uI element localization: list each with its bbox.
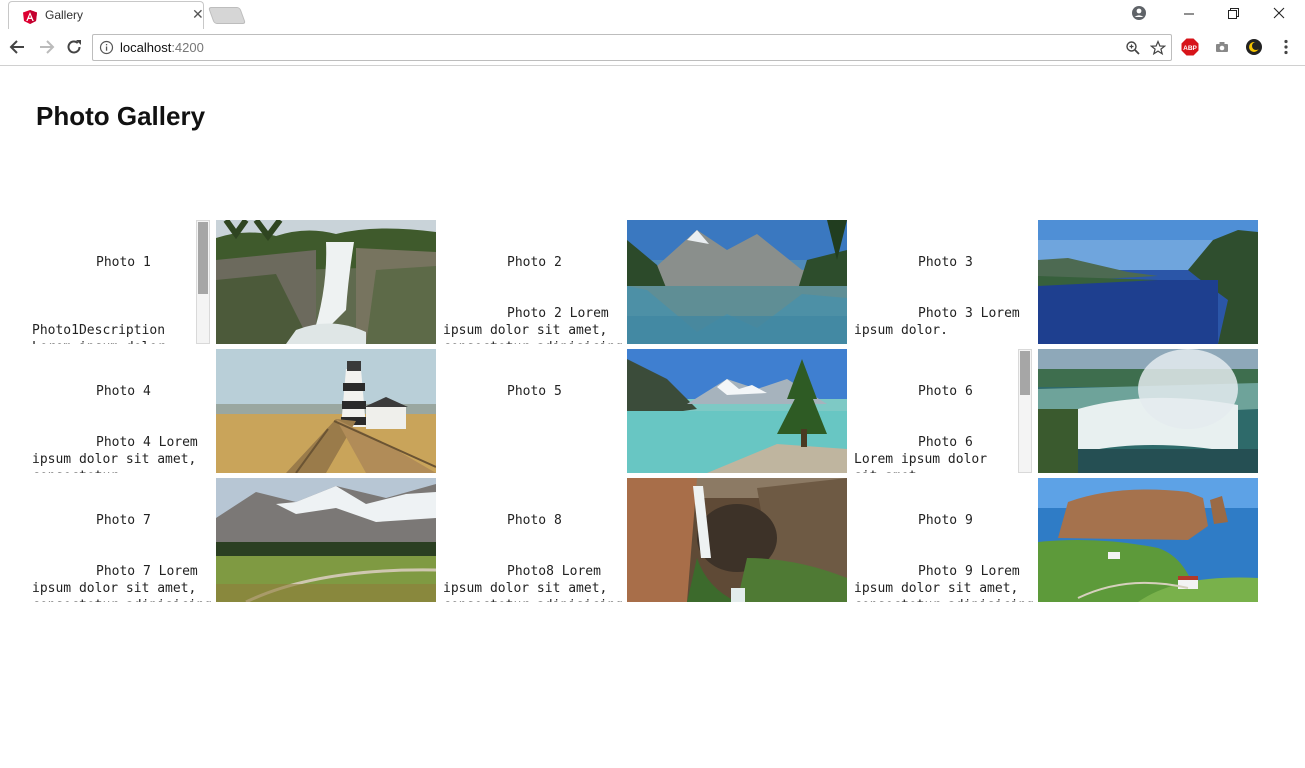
gallery-card: Photo 5 [443,349,848,473]
profile-icon[interactable] [1124,4,1154,24]
angular-logo-icon [23,10,37,24]
photo-title: Photo 8 [507,513,562,528]
url-text: localhost:4200 [120,40,204,55]
photo-title: Photo 1 [96,255,151,270]
new-tab-button[interactable] [207,7,247,24]
photo-image[interactable] [627,478,847,602]
photo-title: Photo 5 [507,384,562,399]
page-title: Photo Gallery [36,101,206,131]
turquoise-lake-image [627,349,847,473]
photo-description: Photo 6 Lorem ipsum dolor sit amet, cons… [854,435,988,473]
photo-image[interactable] [1038,349,1258,473]
caption-scrollbar[interactable] [1018,349,1032,473]
photo-caption[interactable]: Photo 6 Photo 6 Lorem ipsum dolor sit am… [854,349,1018,473]
lighthouse-image [216,349,436,473]
photo-title: Photo 4 [96,384,151,399]
photo-image[interactable] [627,349,847,473]
fjord-image [1038,220,1258,344]
forward-arrow-icon[interactable] [36,37,56,57]
address-bar[interactable]: localhost:4200 [92,34,1172,61]
caption-scrollbar[interactable] [196,220,210,344]
mountain-lake-image [627,220,847,344]
photo-caption[interactable]: Photo 2 Photo 2 Lorem ipsum dolor sit am… [443,220,623,344]
url-port: :4200 [171,40,204,55]
photo-description: Photo 2 Lorem ipsum dolor sit amet, cons… [443,306,623,344]
photo-caption[interactable]: Photo 5 [443,349,623,473]
photo-description: Photo1Description Lorem ipsum dolor sit … [32,323,166,344]
close-window-icon[interactable] [1264,4,1294,24]
photo-caption[interactable]: Photo 4 Photo 4 Lorem ipsum dolor sit am… [32,349,212,473]
gallery-card: Photo 4 Photo 4 Lorem ipsum dolor sit am… [32,349,437,473]
url-host: localhost [120,40,172,55]
tab-title: Gallery [45,8,84,22]
canyon-waterfall-image [627,478,847,602]
close-tab-icon[interactable]: ✕ [192,7,204,23]
svg-text:ABP: ABP [1183,45,1197,52]
zoom-icon[interactable] [1125,40,1141,56]
camera-icon[interactable] [1213,38,1231,56]
photo-caption[interactable]: Photo 9 Photo 9 Lorem ipsum dolor sit am… [854,478,1034,602]
photo-description: Photo 3 Lorem ipsum dolor. [854,306,1028,338]
restore-icon[interactable] [1218,4,1248,24]
gallery-card: Photo 8 Photo8 Lorem ipsum dolor sit ame… [443,478,848,602]
photo-title: Photo 2 [507,255,562,270]
photo-title: Photo 7 [96,513,151,528]
photo-image[interactable] [627,220,847,344]
niagara-falls-image [1038,349,1258,473]
photo-caption[interactable]: Photo 8 Photo8 Lorem ipsum dolor sit ame… [443,478,623,602]
browser-tab-gallery[interactable]: Gallery ✕ [8,1,204,30]
photo-description: Photo8 Lorem ipsum dolor sit amet, conse… [443,564,623,602]
bookmark-star-icon[interactable] [1150,40,1166,56]
menu-dots-icon[interactable] [1277,38,1295,56]
rock-island-image [1038,478,1258,602]
photo-title: Photo 3 [918,255,973,270]
browser-toolbar: localhost:4200 ABP [0,29,1305,66]
photo-image[interactable] [216,478,436,602]
glacier-valley-image [216,478,436,602]
scrollbar-thumb[interactable] [198,222,208,294]
gallery-card: Photo 6 Photo 6 Lorem ipsum dolor sit am… [854,349,1259,473]
photo-image[interactable] [1038,478,1258,602]
gallery-card: Photo 1 Photo1Description Lorem ipsum do… [32,220,437,344]
photo-image[interactable] [1038,220,1258,344]
browser-tab-strip: Gallery ✕ [0,0,1305,30]
photo-caption[interactable]: Photo 7 Photo 7 Lorem ipsum dolor sit am… [32,478,212,602]
photo-description: Photo 7 Lorem ipsum dolor sit amet, cons… [32,564,212,602]
minimize-icon[interactable] [1174,4,1204,24]
photo-caption[interactable]: Photo 1 Photo1Description Lorem ipsum do… [32,220,196,344]
scrollbar-thumb[interactable] [1020,351,1030,395]
photo-image[interactable] [216,349,436,473]
extension-moon-icon[interactable] [1245,38,1263,56]
gallery-card: Photo 7 Photo 7 Lorem ipsum dolor sit am… [32,478,437,602]
waterfall-image [216,220,436,344]
photo-description: Photo 4 Lorem ipsum dolor sit amet, cons… [32,435,198,473]
info-icon[interactable] [99,40,114,55]
photo-title: Photo 6 [918,384,973,399]
back-arrow-icon[interactable] [8,37,28,57]
gallery-card: Photo 2 Photo 2 Lorem ipsum dolor sit am… [443,220,848,344]
gallery-card: Photo 9 Photo 9 Lorem ipsum dolor sit am… [854,478,1259,602]
photo-image[interactable] [216,220,436,344]
photo-title: Photo 9 [918,513,973,528]
reload-icon[interactable] [64,37,84,57]
adblock-plus-icon[interactable]: ABP [1181,38,1199,56]
photo-caption[interactable]: Photo 3 Photo 3 Lorem ipsum dolor. [854,220,1034,344]
photo-description: Photo 9 Lorem ipsum dolor sit amet, cons… [854,564,1034,602]
gallery-card: Photo 3 Photo 3 Lorem ipsum dolor. [854,220,1259,344]
